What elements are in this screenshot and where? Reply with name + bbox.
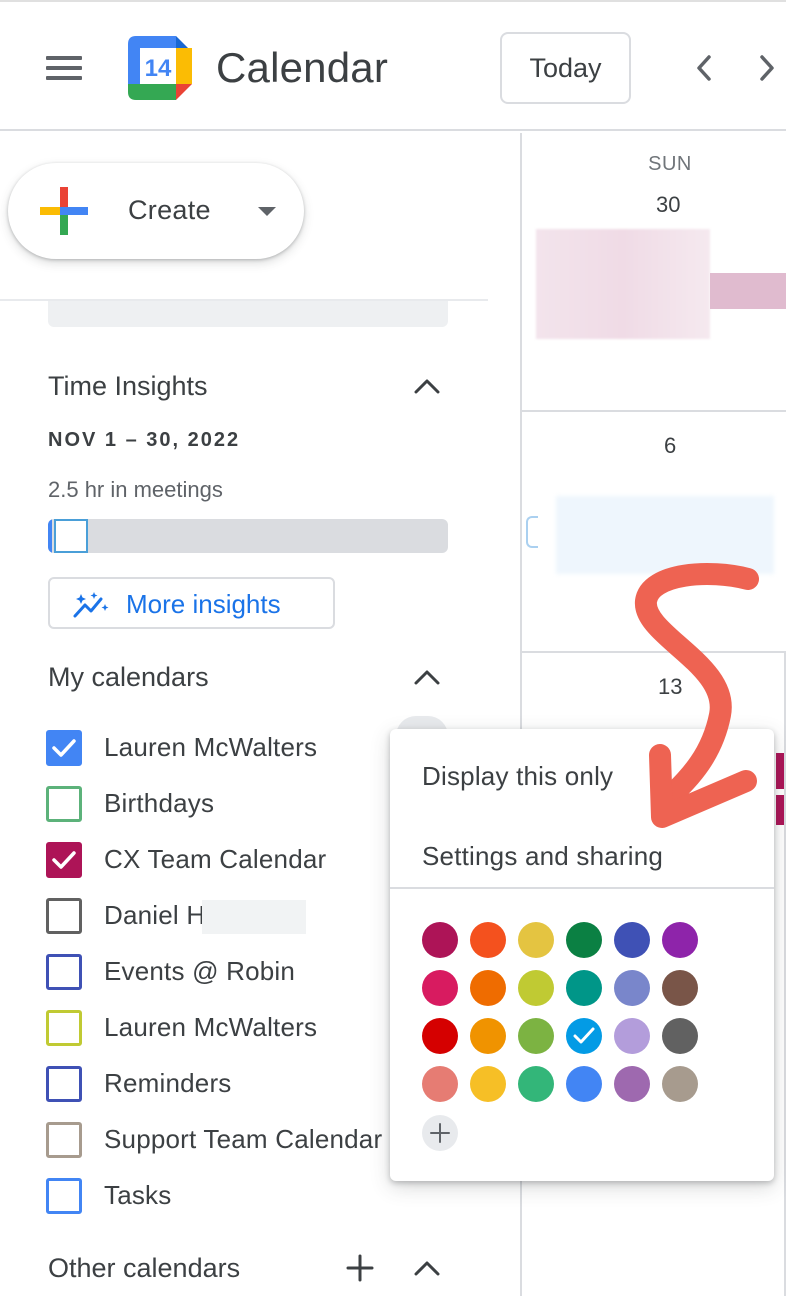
color-swatch[interactable] [614, 922, 650, 958]
chevron-up-icon[interactable] [412, 376, 442, 396]
color-swatch[interactable] [662, 1066, 698, 1102]
more-insights-button[interactable]: More insights [48, 577, 335, 629]
day-number[interactable]: 6 [664, 433, 676, 459]
color-swatch[interactable] [422, 1066, 458, 1102]
chevron-left-icon [697, 55, 711, 81]
color-swatch[interactable] [662, 970, 698, 1006]
more-insights-label: More insights [126, 589, 281, 619]
color-swatch[interactable] [614, 1018, 650, 1054]
chevron-up-icon[interactable] [412, 667, 442, 687]
color-swatch[interactable] [518, 1066, 554, 1102]
weekday-label: SUN [648, 153, 692, 175]
blurred-event[interactable] [556, 496, 774, 574]
create-label: Create [128, 195, 211, 225]
calendar-checkbox[interactable] [46, 1122, 82, 1158]
check-icon [573, 1027, 595, 1044]
menu-icon-line [46, 76, 82, 80]
calendar-name: Lauren McWalters [104, 1012, 318, 1042]
main-menu-button[interactable] [34, 46, 94, 90]
color-swatch[interactable] [614, 1066, 650, 1102]
redacted-name [202, 900, 306, 934]
plus-icon [40, 187, 88, 235]
time-insights-title: Time Insights [48, 371, 208, 401]
menu-icon [46, 56, 82, 60]
color-swatch[interactable] [518, 1018, 554, 1054]
settings-and-sharing-item[interactable]: Settings and sharing [390, 819, 774, 889]
calendar-checkbox[interactable] [46, 786, 82, 822]
day-number[interactable]: 30 [656, 192, 680, 218]
calendar-options-menu: Display this only Settings and sharing [390, 729, 774, 1181]
color-swatch[interactable] [566, 922, 602, 958]
calendar-checkbox[interactable] [46, 1066, 82, 1102]
calendar-checkbox-checked[interactable] [46, 842, 82, 878]
calendar-name: Support Team Calendar [104, 1124, 383, 1154]
event-chip[interactable] [710, 273, 786, 309]
today-button[interactable]: Today [500, 32, 631, 104]
calendar-logo: 14 [128, 36, 192, 100]
time-insights-bar[interactable] [48, 519, 448, 553]
plus-icon [430, 1123, 450, 1143]
chevron-up-icon[interactable] [412, 1258, 442, 1278]
settings-and-sharing-label: Settings and sharing [422, 841, 664, 871]
calendar-name: Birthdays [104, 788, 215, 818]
blurred-event[interactable] [536, 229, 710, 339]
calendar-checkbox[interactable] [46, 954, 82, 990]
people-search-field[interactable] [48, 301, 448, 327]
calendar-name: Tasks [104, 1180, 172, 1210]
color-swatch[interactable] [614, 970, 650, 1006]
color-swatch[interactable] [518, 970, 554, 1006]
menu-divider [390, 887, 774, 889]
day-cell[interactable]: SUN 30 [522, 133, 786, 412]
calendar-name: Daniel H [104, 900, 206, 930]
calendar-checkbox[interactable] [46, 898, 82, 934]
color-swatch[interactable] [422, 1018, 458, 1054]
other-calendars-title: Other calendars [48, 1253, 241, 1283]
color-swatch[interactable] [566, 1066, 602, 1102]
app-title: Calendar [216, 44, 389, 91]
insights-sparkle-icon [73, 592, 109, 618]
display-this-only-item[interactable]: Display this only [390, 739, 774, 809]
add-calendar-icon[interactable] [345, 1253, 375, 1283]
color-swatch[interactable] [566, 970, 602, 1006]
time-insights-bar-segment [54, 519, 88, 553]
time-insights-bar-lead [48, 519, 52, 553]
calendar-checkbox[interactable] [46, 1010, 82, 1046]
calendar-name: Lauren McWalters [104, 732, 318, 762]
time-insights-meetings: 2.5 hr in meetings [48, 477, 223, 502]
display-this-only-label: Display this only [422, 761, 614, 791]
menu-icon-line [46, 66, 82, 70]
color-swatch[interactable] [422, 922, 458, 958]
top-bar: 14 Calendar Today [0, 0, 786, 131]
color-swatch[interactable] [662, 922, 698, 958]
color-swatch[interactable] [470, 1018, 506, 1054]
color-swatch[interactable] [470, 922, 506, 958]
color-swatch[interactable] [518, 922, 554, 958]
color-swatch[interactable] [470, 970, 506, 1006]
logo-day-number: 14 [145, 55, 172, 82]
color-swatch[interactable] [470, 1066, 506, 1102]
chevron-right-icon [760, 55, 774, 81]
caret-down-icon[interactable] [258, 207, 276, 216]
calendar-checkbox-checked[interactable] [46, 730, 82, 766]
create-button[interactable]: Create [8, 163, 304, 259]
previous-period-button[interactable] [686, 48, 722, 88]
calendar-name: Events @ Robin [104, 956, 296, 986]
event-chip-edge [526, 516, 538, 548]
calendar-name: Reminders [104, 1068, 232, 1098]
time-insights-range: NOV 1 – 30, 2022 [48, 429, 241, 451]
color-swatch-selected[interactable] [566, 1018, 602, 1054]
next-period-button[interactable] [752, 48, 786, 88]
calendar-checkbox[interactable] [46, 1178, 82, 1214]
day-number[interactable]: 13 [658, 674, 682, 700]
my-calendars-title: My calendars [48, 662, 209, 692]
calendar-name: CX Team Calendar [104, 844, 327, 874]
day-cell[interactable]: 6 [522, 412, 786, 653]
color-swatch[interactable] [422, 970, 458, 1006]
check-icon [52, 851, 76, 869]
calendar-item[interactable]: Tasks [46, 1176, 506, 1216]
custom-color-button[interactable] [422, 1115, 458, 1151]
color-swatch[interactable] [662, 1018, 698, 1054]
check-icon [52, 739, 76, 757]
